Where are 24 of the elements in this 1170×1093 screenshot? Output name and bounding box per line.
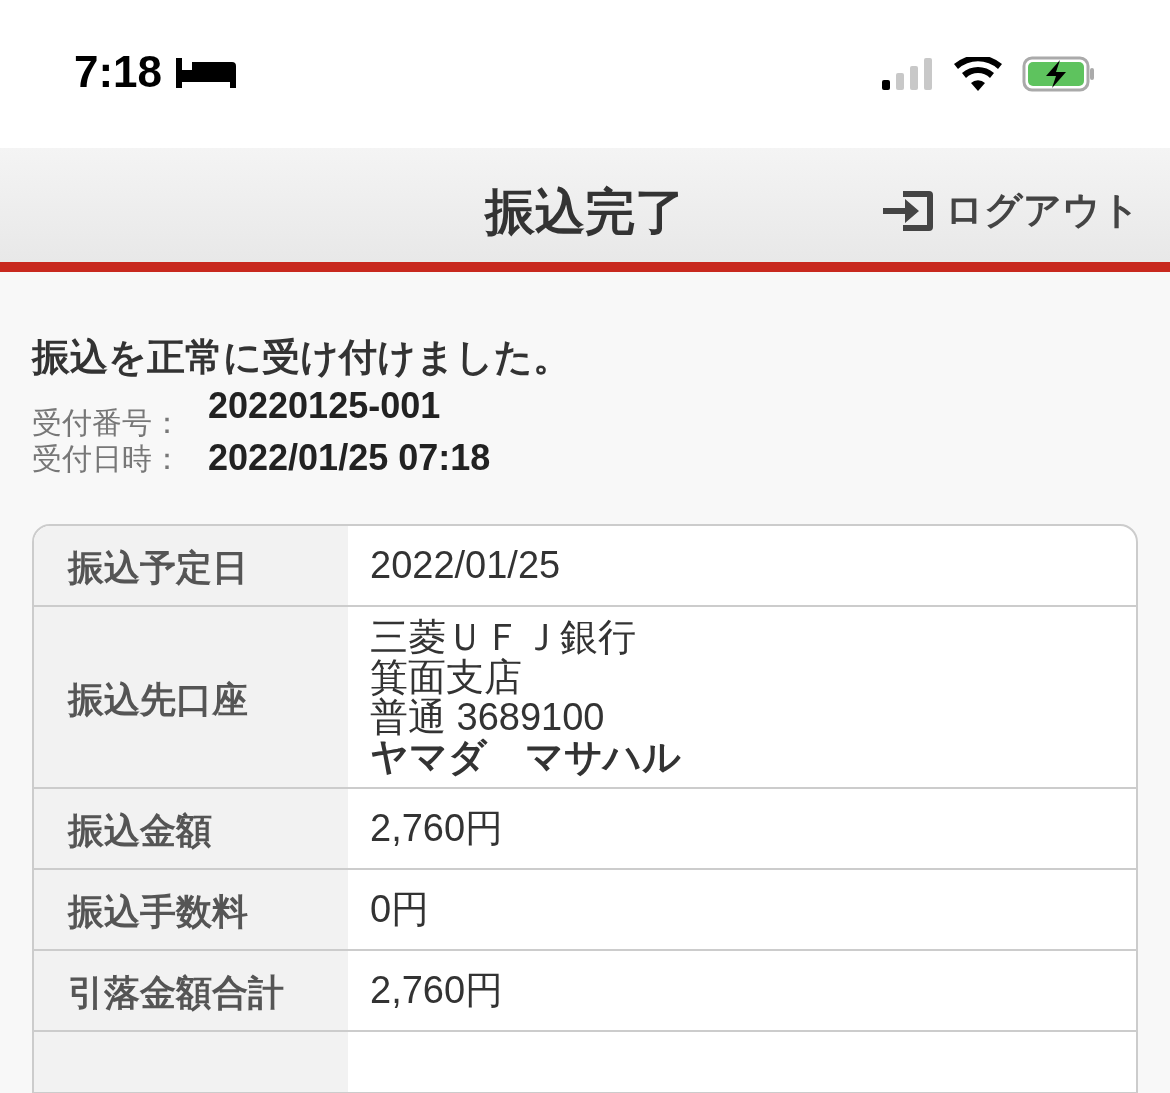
field-value: 普通 3689100 xyxy=(370,696,606,737)
field-label: 振込先口座 xyxy=(68,677,248,722)
receipt-label: 受付番号： xyxy=(32,407,183,438)
field-value: 2022/01/25 xyxy=(370,545,561,585)
field-label: 引落金額合計 xyxy=(68,971,284,1015)
field-label: 振込手数料 xyxy=(68,890,248,934)
field-value: 0円 xyxy=(370,889,430,929)
field-label: 振込予定日 xyxy=(68,546,248,590)
wifi-icon xyxy=(954,57,1002,91)
signal-icon xyxy=(882,58,934,90)
page-title: 振込完了 xyxy=(485,182,685,242)
receipt-value: 2022/01/25 07:18 xyxy=(208,439,491,476)
field-value: 2,760円 xyxy=(370,808,504,848)
field-value: ヤマダ マサハル xyxy=(370,736,681,777)
success-message: 振込を正常に受け付けました。 xyxy=(32,335,572,380)
field-value: 2,760円 xyxy=(370,970,504,1010)
receipt-value: 20220125-001 xyxy=(208,387,441,424)
field-value: 三菱ＵＦＪ銀行 xyxy=(370,616,637,657)
field-label: 振込金額 xyxy=(68,809,212,853)
status-time: 7:18 xyxy=(74,50,163,94)
field-value: 箕面支店 xyxy=(370,656,523,697)
receipt-label: 受付日時： xyxy=(32,443,183,474)
battery-charging-icon xyxy=(1022,56,1096,92)
logout-button[interactable]: ログアウト xyxy=(881,182,1140,239)
